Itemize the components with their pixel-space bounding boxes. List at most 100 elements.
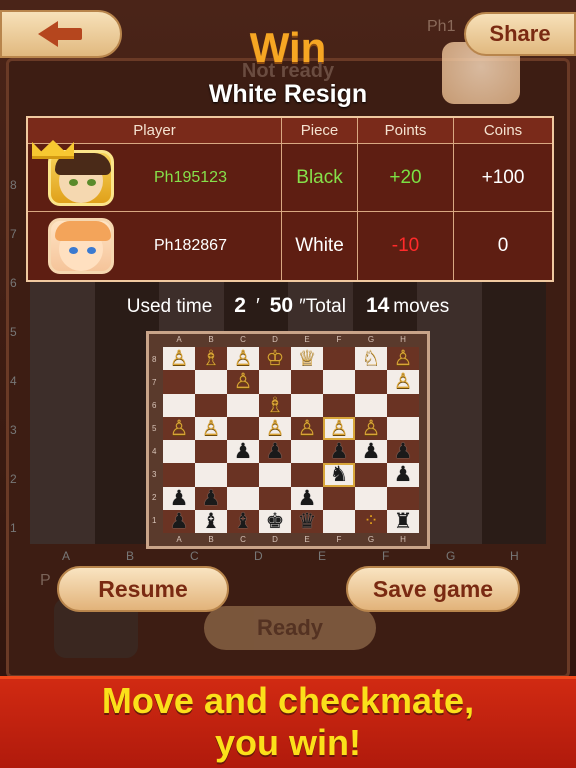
board-square: ♙ — [163, 416, 195, 440]
background-rank-label: 1 — [10, 521, 17, 535]
board-square: ♙ — [259, 416, 291, 440]
black-pawn-icon: ♟ — [361, 439, 381, 464]
board-square — [227, 463, 259, 487]
background-square — [481, 478, 546, 544]
background-file-label: F — [382, 549, 390, 563]
column-header-points: Points — [358, 118, 454, 143]
column-header-piece: Piece — [282, 118, 358, 143]
move-target-marker: ⁘ — [363, 510, 379, 532]
background-square — [30, 478, 95, 544]
board-square — [291, 393, 323, 417]
board-square: ♙ — [387, 346, 419, 371]
board-square — [259, 463, 291, 487]
board-square — [195, 393, 227, 417]
points-value: -10 — [358, 212, 454, 280]
black-pawn-icon: ♟ — [393, 462, 413, 487]
board-square: ♝ — [195, 509, 227, 533]
board-square — [291, 463, 323, 487]
board-square: ♙ — [163, 347, 195, 371]
points-value: +20 — [358, 144, 454, 211]
black-bishop-icon: ♝ — [233, 508, 253, 533]
background-rank-label: 2 — [10, 472, 17, 486]
board-file-labels-top: A B C D E F G H — [163, 335, 419, 344]
board-rank-label: 6 — [152, 401, 157, 410]
white-pawn-icon: ♙ — [233, 369, 253, 394]
background-square — [481, 413, 546, 479]
board-square: ♕ — [291, 347, 323, 371]
board-square: ♙ — [227, 347, 259, 371]
board-square — [323, 509, 355, 533]
board-square — [355, 393, 387, 417]
black-pawn-icon: ♟ — [265, 439, 285, 464]
promo-line-1: Move and checkmate, — [101, 680, 475, 721]
board-square: ♟ — [227, 440, 259, 464]
total-label: ″Total — [299, 296, 346, 318]
board-file-label: E — [304, 335, 310, 344]
player-name: Ph182867 — [154, 237, 227, 254]
background-file-label: G — [446, 549, 456, 563]
column-header-coins: Coins — [483, 122, 523, 139]
white-pawn-icon: ♙ — [393, 369, 413, 394]
background-rank-label: 3 — [10, 423, 17, 437]
black-pawn-icon: ♟ — [297, 485, 317, 510]
black-pawn-icon: ♟ — [329, 439, 349, 464]
white-knight-icon: ♘ — [361, 346, 381, 371]
board-square — [259, 486, 291, 510]
self-label: P — [40, 572, 51, 589]
board-grid: ♙ ♗ ♙ ♔ ♕ ♘ ♙ ♙ ♙ ♗ ♙ ♙ ♙ ♙ ♙ ♙ ♟ ♟ ♟ ♟ ♟ ♞ ♟ ♟ ♟ ♟ ♟ ♝ ♝ ♚ ♛ ⁘ ♜ — [163, 347, 419, 533]
board-square — [387, 393, 419, 417]
white-bishop-icon: ♗ — [265, 392, 285, 417]
background-file-label: C — [190, 549, 199, 563]
moves-label: moves — [393, 296, 450, 317]
avatar[interactable] — [48, 218, 114, 274]
background-rank-label: 4 — [10, 374, 17, 388]
board-square: ♗ — [195, 346, 227, 371]
board-square — [355, 463, 387, 487]
white-pawn-icon: ♙ — [329, 415, 349, 440]
board-square: ♙ — [387, 369, 419, 394]
white-king-icon: ♔ — [265, 346, 285, 371]
game-stats: Used time 2 ′ 50 ″Total 14 moves — [0, 294, 576, 318]
board-square — [323, 370, 355, 394]
board-square — [323, 393, 355, 417]
background-file-label: E — [318, 549, 327, 563]
background-file-label: H — [510, 549, 519, 563]
board-square: ♘ — [355, 346, 387, 371]
background-rank-label: 5 — [10, 325, 17, 339]
total-text: Total — [305, 296, 346, 317]
white-pawn-icon: ♙ — [393, 346, 413, 371]
board-square — [291, 440, 323, 464]
board-square: ♟ — [387, 439, 419, 464]
white-bishop-icon: ♗ — [201, 346, 221, 371]
white-pawn-icon: ♙ — [201, 415, 221, 440]
save-game-button[interactable]: Save game — [346, 566, 520, 612]
background-rank-label: 8 — [10, 178, 17, 192]
table-row: Ph195123 Black +20 +100 — [28, 144, 552, 212]
board-square: ♜ — [387, 509, 419, 533]
black-pawn-icon: ♟ — [393, 439, 413, 464]
result-table: Player Piece Points Coins Ph195123 Black… — [26, 116, 554, 282]
board-square — [163, 440, 195, 464]
board-square: ♝ — [227, 508, 259, 533]
avatar-eye — [87, 247, 96, 254]
ready-button[interactable]: Ready — [204, 606, 376, 650]
resume-button[interactable]: Resume — [57, 566, 229, 612]
board-square: ♟ — [163, 509, 195, 533]
board-square — [323, 347, 355, 371]
black-king-icon: ♚ — [265, 508, 285, 533]
board-square: ♚ — [259, 508, 291, 533]
board-file-label: C — [240, 535, 246, 544]
board-square: ♟ — [355, 439, 387, 464]
board-square: ♙ — [323, 415, 355, 440]
board-rank-label: 4 — [152, 447, 157, 456]
board-square — [195, 370, 227, 394]
promo-line-2: you win! — [215, 722, 361, 763]
board-square: ♙ — [227, 369, 259, 394]
avatar-eye — [69, 178, 78, 186]
board-rank-label: 5 — [152, 424, 157, 433]
board-square — [163, 393, 195, 417]
board-rank-labels: 8 7 6 5 4 3 2 1 — [152, 348, 156, 532]
board-square: ♙ — [195, 415, 227, 440]
board-square — [227, 393, 259, 417]
piece-color: Black — [282, 144, 358, 211]
